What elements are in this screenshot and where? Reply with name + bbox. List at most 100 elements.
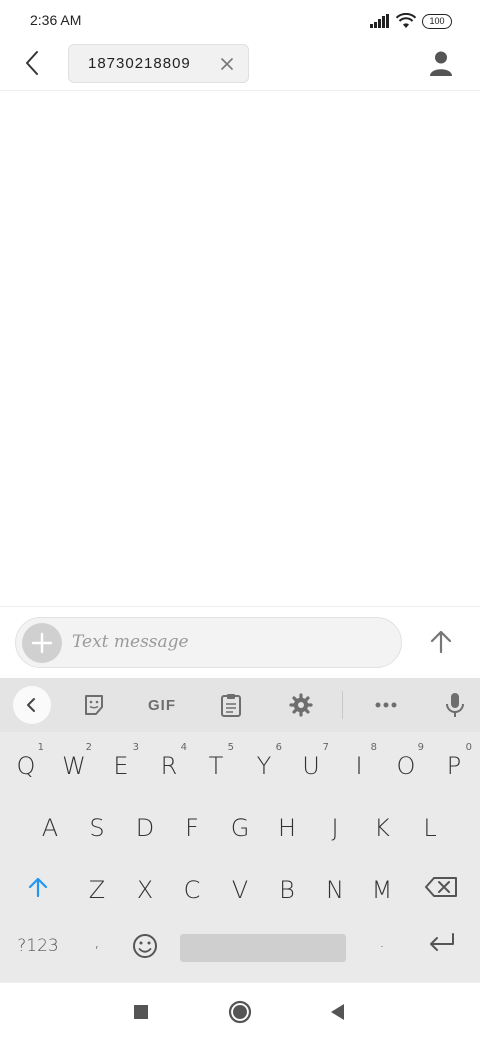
voice-input-button[interactable] (437, 688, 473, 722)
symbols-key[interactable]: ?123 (10, 924, 66, 974)
key-label: M (371, 876, 393, 904)
key-j[interactable]: J (315, 800, 355, 850)
status-icons: 100 (370, 12, 452, 30)
key-label: Q (16, 752, 36, 780)
comma-label: , (94, 932, 100, 952)
shift-key[interactable] (18, 862, 58, 912)
key-label: Z (88, 876, 106, 904)
key-label: T (208, 752, 224, 780)
key-label: J (331, 814, 339, 842)
backspace-icon (425, 877, 457, 897)
key-t[interactable]: 5T (196, 738, 236, 788)
key-label: Y (256, 752, 272, 780)
key-e[interactable]: 3E (101, 738, 141, 788)
gif-label: GIF (148, 696, 176, 714)
key-label: X (136, 876, 154, 904)
gif-button[interactable]: GIF (140, 688, 184, 722)
settings-button[interactable] (283, 688, 319, 722)
key-p[interactable]: 0P (434, 738, 474, 788)
key-f[interactable]: F (172, 800, 212, 850)
backspace-key[interactable] (420, 862, 464, 912)
signal-icon (370, 14, 389, 28)
attach-button[interactable] (22, 623, 62, 663)
sticker-icon (85, 695, 103, 715)
key-h[interactable]: H (267, 800, 307, 850)
key-z[interactable]: Z (77, 862, 117, 912)
app-bar: 18730218809 (0, 40, 480, 91)
period-key[interactable]: . (362, 924, 402, 974)
period-label: . (379, 932, 385, 952)
sticker-button[interactable] (76, 688, 112, 722)
key-q[interactable]: 1Q (6, 738, 46, 788)
key-i[interactable]: 8I (339, 738, 379, 788)
key-n[interactable]: N (315, 862, 355, 912)
key-l[interactable]: L (410, 800, 450, 850)
key-w[interactable]: 2W (54, 738, 94, 788)
more-button[interactable] (368, 688, 404, 722)
key-m[interactable]: M (362, 862, 402, 912)
key-d[interactable]: D (125, 800, 165, 850)
chevron-left-icon (26, 51, 38, 75)
back-button[interactable] (18, 48, 48, 78)
key-y[interactable]: 6Y (244, 738, 284, 788)
toolbar-divider (342, 691, 343, 719)
clipboard-button[interactable] (213, 688, 249, 722)
key-s[interactable]: S (77, 800, 117, 850)
key-r[interactable]: 4R (149, 738, 189, 788)
close-icon[interactable] (220, 57, 234, 71)
key-label: H (277, 814, 297, 842)
key-label: E (113, 752, 129, 780)
key-label: A (41, 814, 59, 842)
recents-button[interactable] (128, 999, 154, 1025)
key-label: G (230, 814, 250, 842)
contact-button[interactable] (426, 48, 456, 78)
clipboard-icon (221, 694, 241, 717)
recipient-chip[interactable]: 18730218809 (68, 44, 249, 83)
toolbar-back-button[interactable] (13, 686, 51, 724)
key-a[interactable]: A (30, 800, 70, 850)
key-g[interactable]: G (220, 800, 260, 850)
plus-icon (31, 632, 53, 654)
key-label: N (326, 876, 344, 904)
square-icon (134, 1005, 148, 1019)
arrow-up-icon (430, 630, 452, 654)
send-button[interactable] (424, 625, 458, 659)
key-label: C (183, 876, 201, 904)
keyboard-toolbar: GIF (0, 678, 480, 732)
circle-icon (228, 1000, 252, 1024)
key-label: U (302, 752, 320, 780)
message-input[interactable]: Text message (72, 632, 189, 652)
key-c[interactable]: C (172, 862, 212, 912)
key-label: W (62, 752, 86, 780)
space-key[interactable] (180, 934, 346, 962)
back-nav-button[interactable] (325, 999, 351, 1025)
triangle-left-icon (331, 1004, 344, 1020)
key-v[interactable]: V (220, 862, 260, 912)
enter-key[interactable] (420, 924, 464, 974)
key-o[interactable]: 9O (386, 738, 426, 788)
comma-key[interactable]: , (77, 924, 117, 974)
key-x[interactable]: X (125, 862, 165, 912)
emoji-icon (133, 934, 157, 958)
key-u[interactable]: 7U (291, 738, 331, 788)
conversation-area (0, 92, 480, 606)
key-label: K (374, 814, 390, 842)
wifi-icon (396, 13, 416, 28)
key-label: V (231, 876, 249, 904)
keyboard: GIF 1 Q 2 W 3 E 4 R 5 T 6 Y 7 U 8 I 9 O … (0, 678, 480, 982)
key-label: B (279, 876, 295, 904)
battery-icon: 100 (422, 13, 452, 29)
key-k[interactable]: K (362, 800, 402, 850)
home-button[interactable] (227, 999, 253, 1025)
enter-icon (430, 933, 454, 951)
microphone-icon (446, 693, 464, 717)
key-label: O (396, 752, 416, 780)
more-horizontal-icon (375, 702, 397, 708)
emoji-key[interactable] (125, 924, 165, 974)
gear-icon (289, 693, 313, 717)
person-icon (430, 51, 452, 76)
shift-arrow-icon (28, 877, 48, 898)
key-label: R (160, 752, 178, 780)
key-b[interactable]: B (267, 862, 307, 912)
status-bar: 2:36 AM 100 (0, 0, 480, 40)
